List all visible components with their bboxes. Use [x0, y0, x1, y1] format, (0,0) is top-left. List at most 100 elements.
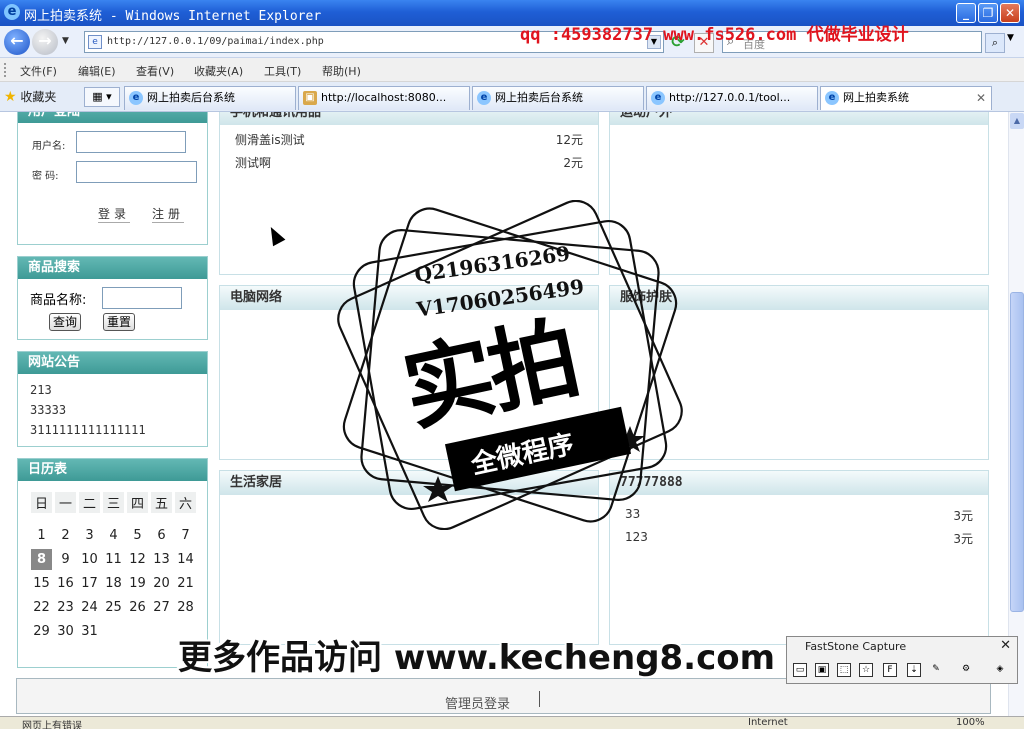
calendar-day[interactable]: 28 [175, 597, 196, 618]
tab-2[interactable]: ▣ http://localhost:8080... [298, 86, 470, 110]
product-name[interactable]: 侧滑盖is测试 [235, 131, 305, 148]
query-button[interactable]: 查询 [49, 313, 81, 331]
calendar-day[interactable]: 17 [79, 573, 100, 594]
calendar-day[interactable]: 10 [79, 549, 100, 570]
calendar-day[interactable]: 7 [175, 525, 196, 546]
tab-1[interactable]: e 网上拍卖后台系统 [124, 86, 296, 110]
notice-item[interactable]: 3111111111111111 [30, 423, 146, 437]
login-button[interactable]: 登录 [98, 205, 131, 223]
favorites-button[interactable]: ★ 收藏夹 [4, 88, 56, 105]
tab-4[interactable]: e http://127.0.0.1/tool... [646, 86, 818, 110]
ie-tab-icon: e [477, 91, 491, 105]
tab-3[interactable]: e 网上拍卖后台系统 [472, 86, 644, 110]
capture-region-icon[interactable]: ⬚ [837, 663, 851, 677]
forward-button[interactable]: → [32, 29, 58, 55]
calendar-day[interactable]: 24 [79, 597, 100, 618]
close-button[interactable]: ✕ [1000, 3, 1020, 23]
calendar-day[interactable]: 31 [79, 621, 100, 642]
menu-tools[interactable]: 工具(T) [264, 63, 301, 79]
toolbar-grip [4, 63, 7, 77]
calendar-day[interactable]: 16 [55, 573, 76, 594]
calendar-day[interactable]: 14 [175, 549, 196, 570]
username-input[interactable] [76, 131, 186, 153]
notice-item[interactable]: 33333 [30, 403, 66, 417]
calendar-day-today[interactable]: 8 [31, 549, 52, 570]
faststone-close-icon[interactable]: ✕ [1000, 638, 1011, 653]
calendar-day[interactable]: 18 [103, 573, 124, 594]
scroll-up-icon[interactable]: ▲ [1010, 113, 1024, 129]
scroll-thumb[interactable] [1010, 292, 1024, 612]
recent-pages-dropdown[interactable]: ▼ [62, 36, 69, 46]
output-icon[interactable]: ◈ [993, 663, 1007, 677]
status-text[interactable]: 网页上有错误 [22, 717, 82, 729]
calendar-day[interactable]: 15 [31, 573, 52, 594]
page-icon: e [88, 35, 102, 49]
capture-window-icon[interactable]: ▭ [793, 663, 807, 677]
product-name[interactable]: 测试啊 [235, 154, 271, 171]
calendar-day[interactable]: 3 [79, 525, 100, 546]
stamp-watermark: Q2196316269 V17060256499 实拍 全微程序 [330, 199, 690, 531]
calendar-day[interactable]: 5 [127, 525, 148, 546]
password-input[interactable] [76, 161, 197, 183]
menu-view[interactable]: 查看(V) [136, 63, 174, 79]
weekday-sun: 日 [31, 492, 52, 513]
calendar-day[interactable]: 19 [127, 573, 148, 594]
calendar-day[interactable]: 25 [103, 597, 124, 618]
favorites-label: 收藏夹 [20, 90, 57, 104]
calendar-day[interactable]: 20 [151, 573, 172, 594]
calendar-day[interactable]: 22 [31, 597, 52, 618]
password-label: 密 码: [32, 171, 59, 182]
back-button[interactable]: ← [4, 29, 30, 55]
tab-5-active[interactable]: e 网上拍卖系统 ✕ [820, 86, 992, 110]
product-name-input[interactable] [102, 287, 182, 309]
search-title: 商品搜索 [18, 257, 207, 279]
menu-file[interactable]: 文件(F) [20, 63, 57, 79]
capture-fullscreen-icon[interactable]: F [883, 663, 897, 677]
search-options-dropdown[interactable]: ▼ [1007, 33, 1014, 43]
menu-edit[interactable]: 编辑(E) [78, 63, 116, 79]
calendar-day[interactable]: 11 [103, 549, 124, 570]
calendar-day[interactable]: 2 [55, 525, 76, 546]
calendar-day[interactable]: 12 [127, 549, 148, 570]
reset-button[interactable]: 重置 [103, 313, 135, 331]
calendar-day[interactable]: 9 [55, 549, 76, 570]
capture-object-icon[interactable]: ▣ [815, 663, 829, 677]
maximize-button[interactable]: ❐ [978, 3, 998, 23]
menu-favorites[interactable]: 收藏夹(A) [194, 63, 243, 79]
register-button[interactable]: 注册 [152, 205, 185, 223]
calendar-title: 日历表 [18, 459, 207, 481]
calendar-day[interactable]: 23 [55, 597, 76, 618]
calendar-day[interactable]: 26 [127, 597, 148, 618]
weekday-sat: 六 [175, 492, 196, 513]
capture-scroll-icon[interactable]: ⇣ [907, 663, 921, 677]
security-zone: Internet [748, 717, 788, 728]
calendar-day[interactable]: 27 [151, 597, 172, 618]
calendar-day[interactable]: 6 [151, 525, 172, 546]
notice-item[interactable]: 213 [30, 383, 52, 397]
search-go-button[interactable]: ⌕ [985, 33, 1005, 53]
settings-icon[interactable]: ⚙ [959, 663, 973, 677]
product-name-label: 商品名称: [30, 293, 87, 308]
window-title: 网上拍卖系统 - Windows Internet Explorer [24, 9, 322, 24]
quick-tabs-button[interactable]: ▦ ▾ [84, 87, 120, 107]
calendar-day [127, 621, 148, 642]
calendar-day[interactable]: 13 [151, 549, 172, 570]
menu-help[interactable]: 帮助(H) [322, 63, 361, 79]
calendar-day[interactable]: 21 [175, 573, 196, 594]
minimize-button[interactable]: _ [956, 3, 976, 23]
vertical-scrollbar[interactable]: ▲ [1008, 112, 1024, 716]
color-picker-icon[interactable]: ✎ [929, 663, 943, 677]
weekday-mon: 一 [55, 492, 76, 513]
category-title: 手机和通讯用品 [220, 112, 598, 125]
capture-freehand-icon[interactable]: ☆ [859, 663, 873, 677]
calendar-day[interactable]: 4 [103, 525, 124, 546]
calendar-day[interactable]: 29 [31, 621, 52, 642]
menu-bar: 文件(F) 编辑(E) 查看(V) 收藏夹(A) 工具(T) 帮助(H) [0, 58, 1024, 82]
calendar-day[interactable]: 1 [31, 525, 52, 546]
close-tab-icon[interactable]: ✕ [976, 87, 986, 109]
admin-login-link[interactable]: 管理员登录 [445, 693, 510, 712]
product-name[interactable]: 123 [625, 530, 648, 544]
zoom-level[interactable]: 100% [956, 717, 985, 728]
status-bar: 网页上有错误 Internet 100% [0, 716, 1024, 729]
calendar-day[interactable]: 30 [55, 621, 76, 642]
